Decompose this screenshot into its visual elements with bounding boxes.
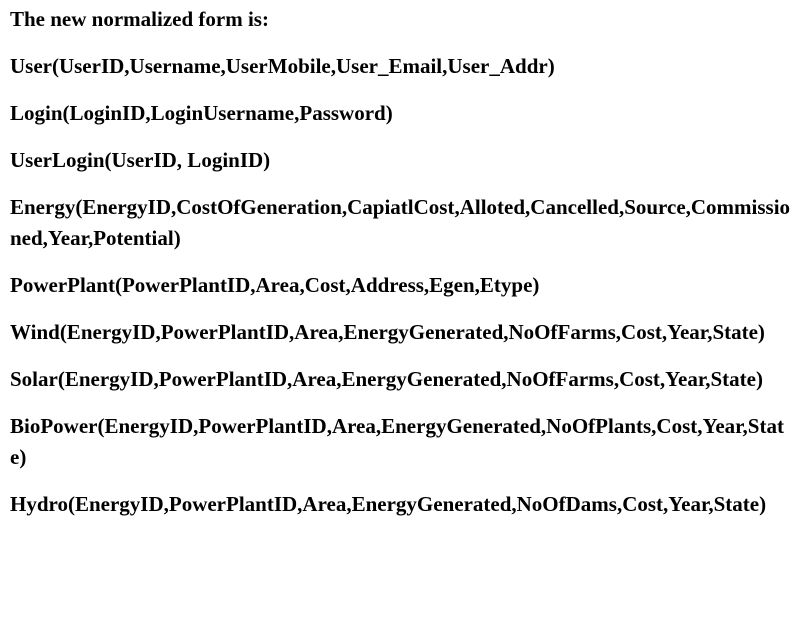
document-body: The new normalized form is: User(UserID,…	[0, 0, 801, 625]
relation-userlogin: UserLogin(UserID, LoginID)	[10, 148, 271, 172]
relation-powerplant: PowerPlant(PowerPlantID,Area,Cost,Addres…	[10, 273, 540, 297]
relation-wind: Wind(EnergyID,PowerPlantID,Area,EnergyGe…	[10, 320, 765, 344]
relation-biopower: BioPower(EnergyID,PowerPlantID,Area,Ener…	[10, 414, 784, 469]
relation-energy: Energy(EnergyID,CostOfGeneration,Capiatl…	[10, 195, 791, 250]
relation-user: User(UserID,Username,UserMobile,User_Ema…	[10, 54, 555, 78]
relation-solar: Solar(EnergyID,PowerPlantID,Area,EnergyG…	[10, 367, 763, 391]
relation-login: Login(LoginID,LoginUsername,Password)	[10, 101, 393, 125]
heading: The new normalized form is:	[10, 7, 269, 31]
relation-hydro: Hydro(EnergyID,PowerPlantID,Area,EnergyG…	[10, 492, 767, 516]
